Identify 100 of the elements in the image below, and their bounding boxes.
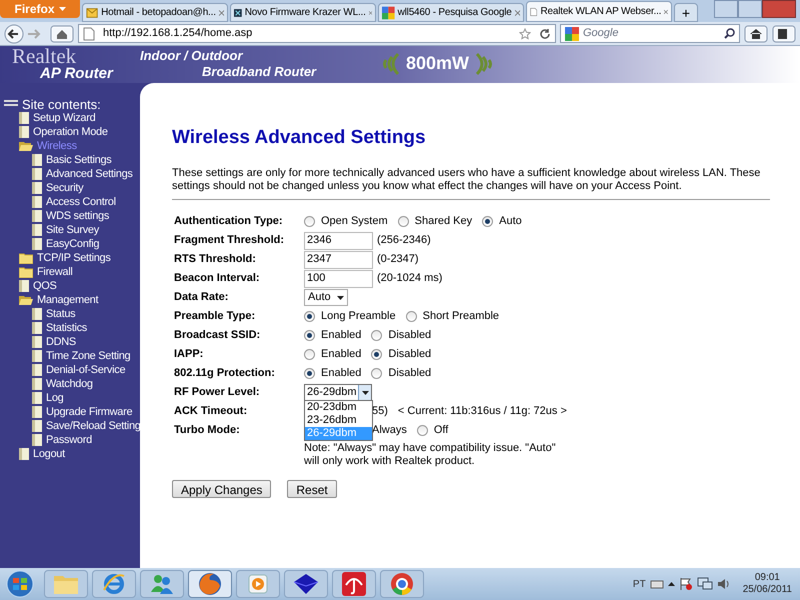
radio-button[interactable] (371, 330, 382, 341)
sidebar-item[interactable]: Access Control (46, 195, 116, 209)
form-button[interactable]: Apply Changes (172, 480, 272, 498)
browser-tab[interactable]: wll5460 - Pesquisa Google (378, 3, 524, 22)
close-icon[interactable] (664, 8, 668, 14)
open-folder-icon (19, 140, 33, 152)
sidebar-item[interactable]: Operation Mode (33, 125, 108, 139)
network-icon[interactable] (696, 577, 713, 591)
sidebar-item[interactable]: Basic Settings (46, 153, 112, 167)
input-field[interactable]: 2347 (304, 250, 373, 268)
sidebar-item[interactable]: Advanced Settings (46, 167, 133, 181)
radio-button[interactable] (304, 368, 315, 379)
search-field[interactable]: Google (560, 24, 740, 43)
dropdown[interactable]: Auto (304, 289, 348, 306)
sidebar-title: Site contents: (22, 98, 101, 110)
radio-button[interactable] (304, 349, 315, 360)
clock[interactable]: 09:01 25/06/2011 (742, 572, 792, 596)
dropdown[interactable]: 26-29dbm (304, 384, 372, 401)
taskbar-button[interactable] (332, 570, 376, 598)
sidebar-item[interactable]: Status (46, 307, 76, 321)
browser-tab[interactable]: Realtek WLAN AP Webser... (526, 1, 672, 22)
chrome-icon[interactable] (389, 571, 415, 597)
reload-icon[interactable] (539, 28, 551, 40)
close-icon[interactable] (514, 10, 520, 16)
sidebar-item[interactable]: Watchdog (46, 377, 93, 391)
form-button[interactable]: Reset (287, 480, 337, 498)
field-label: Broadcast SSID: (174, 328, 260, 344)
new-tab-button[interactable]: + (674, 3, 698, 22)
play-icon[interactable] (246, 572, 270, 596)
fox-globe-icon[interactable] (197, 571, 223, 597)
browser-tab[interactable]: Hotmail - betopadoan@h... (82, 3, 228, 22)
range-hint: 55) (372, 404, 388, 420)
keyboard-icon[interactable] (650, 579, 664, 589)
sidebar-item[interactable]: Management (37, 293, 98, 307)
people-icon[interactable] (150, 572, 174, 596)
address-bar[interactable]: http://192.168.1.254/home.asp (78, 24, 556, 43)
radio-button[interactable] (304, 311, 315, 322)
globe-e-icon[interactable] (102, 572, 126, 596)
bookmark-star-icon[interactable] (519, 28, 531, 40)
window-controls-icon[interactable] (714, 0, 796, 18)
sidebar-item[interactable]: Security (46, 181, 84, 195)
sidebar-item[interactable]: Firewall (37, 265, 72, 279)
document-icon (32, 434, 42, 446)
sidebar-item[interactable]: Denial-of-Service (46, 363, 126, 377)
option-label: Long Preamble (321, 309, 396, 324)
home-icon[interactable] (744, 24, 768, 42)
document-icon (19, 448, 29, 460)
bookmarks-icon[interactable] (772, 24, 796, 42)
radio-button[interactable] (406, 311, 417, 322)
sidebar-item[interactable]: Statistics (46, 321, 88, 335)
sidebar-item[interactable]: Save/Reload Setting (46, 419, 141, 433)
sidebar-item[interactable]: Site Survey (46, 223, 99, 237)
google-icon (382, 6, 395, 20)
sidebar-item[interactable]: Setup Wizard (33, 111, 96, 125)
show-hidden-icons-icon[interactable] (668, 582, 675, 586)
sidebar-item[interactable]: EasyConfig (46, 237, 100, 251)
open-folder-icon (19, 294, 33, 306)
umbrella-icon[interactable] (341, 571, 367, 597)
dropdown-option[interactable]: 23-26dbm (305, 414, 372, 427)
taskbar-button[interactable] (284, 570, 328, 598)
input-field[interactable]: 2346 (304, 232, 373, 250)
sidebar-item[interactable]: WDS settings (46, 209, 110, 223)
sidebar-item[interactable]: Logout (33, 447, 65, 461)
radio-button[interactable] (371, 368, 382, 379)
radio-button[interactable] (371, 349, 382, 360)
document-icon (32, 364, 42, 376)
dropdown-option[interactable]: 20-23dbm (305, 401, 372, 414)
sidebar-item[interactable]: Log (46, 391, 64, 405)
sidebar-item[interactable]: DDNS (46, 335, 76, 349)
document-icon (32, 308, 42, 320)
close-icon[interactable] (218, 10, 224, 16)
sidebar-item[interactable]: Time Zone Setting (46, 349, 130, 363)
language-indicator[interactable]: PT (632, 576, 646, 592)
radio-button[interactable] (416, 425, 428, 436)
flag-icon[interactable] (678, 577, 693, 591)
taskbar-button[interactable] (188, 570, 232, 598)
document-icon (32, 322, 42, 334)
sidebar-item[interactable]: Upgrade Firmware (46, 405, 132, 419)
input-field[interactable]: 100 (304, 270, 373, 288)
radio-button[interactable] (482, 216, 494, 227)
radio-button[interactable] (304, 216, 315, 227)
document-icon (32, 182, 42, 194)
search-icon[interactable] (724, 28, 735, 39)
caret-icon (362, 390, 368, 394)
speaker-icon[interactable] (716, 577, 731, 591)
home-page-icon[interactable] (50, 24, 74, 42)
close-icon[interactable] (368, 10, 372, 16)
radio-button[interactable] (304, 330, 315, 341)
browser-tab[interactable]: Novo Firmware Krazer WL... (230, 3, 376, 22)
caret-icon (336, 296, 344, 300)
sidebar-item[interactable]: QOS (33, 279, 57, 293)
field-label: ACK Timeout: (174, 404, 248, 420)
cube-icon[interactable] (292, 572, 320, 596)
taskbar-button[interactable] (380, 570, 424, 598)
sidebar-item[interactable]: TCP/IP Settings (37, 251, 111, 265)
option-label: Auto (499, 214, 522, 230)
radio-button[interactable] (398, 216, 409, 227)
option-label: Short Preamble (422, 309, 500, 324)
sidebar-item[interactable]: Password (46, 433, 92, 447)
document-icon (32, 420, 42, 432)
